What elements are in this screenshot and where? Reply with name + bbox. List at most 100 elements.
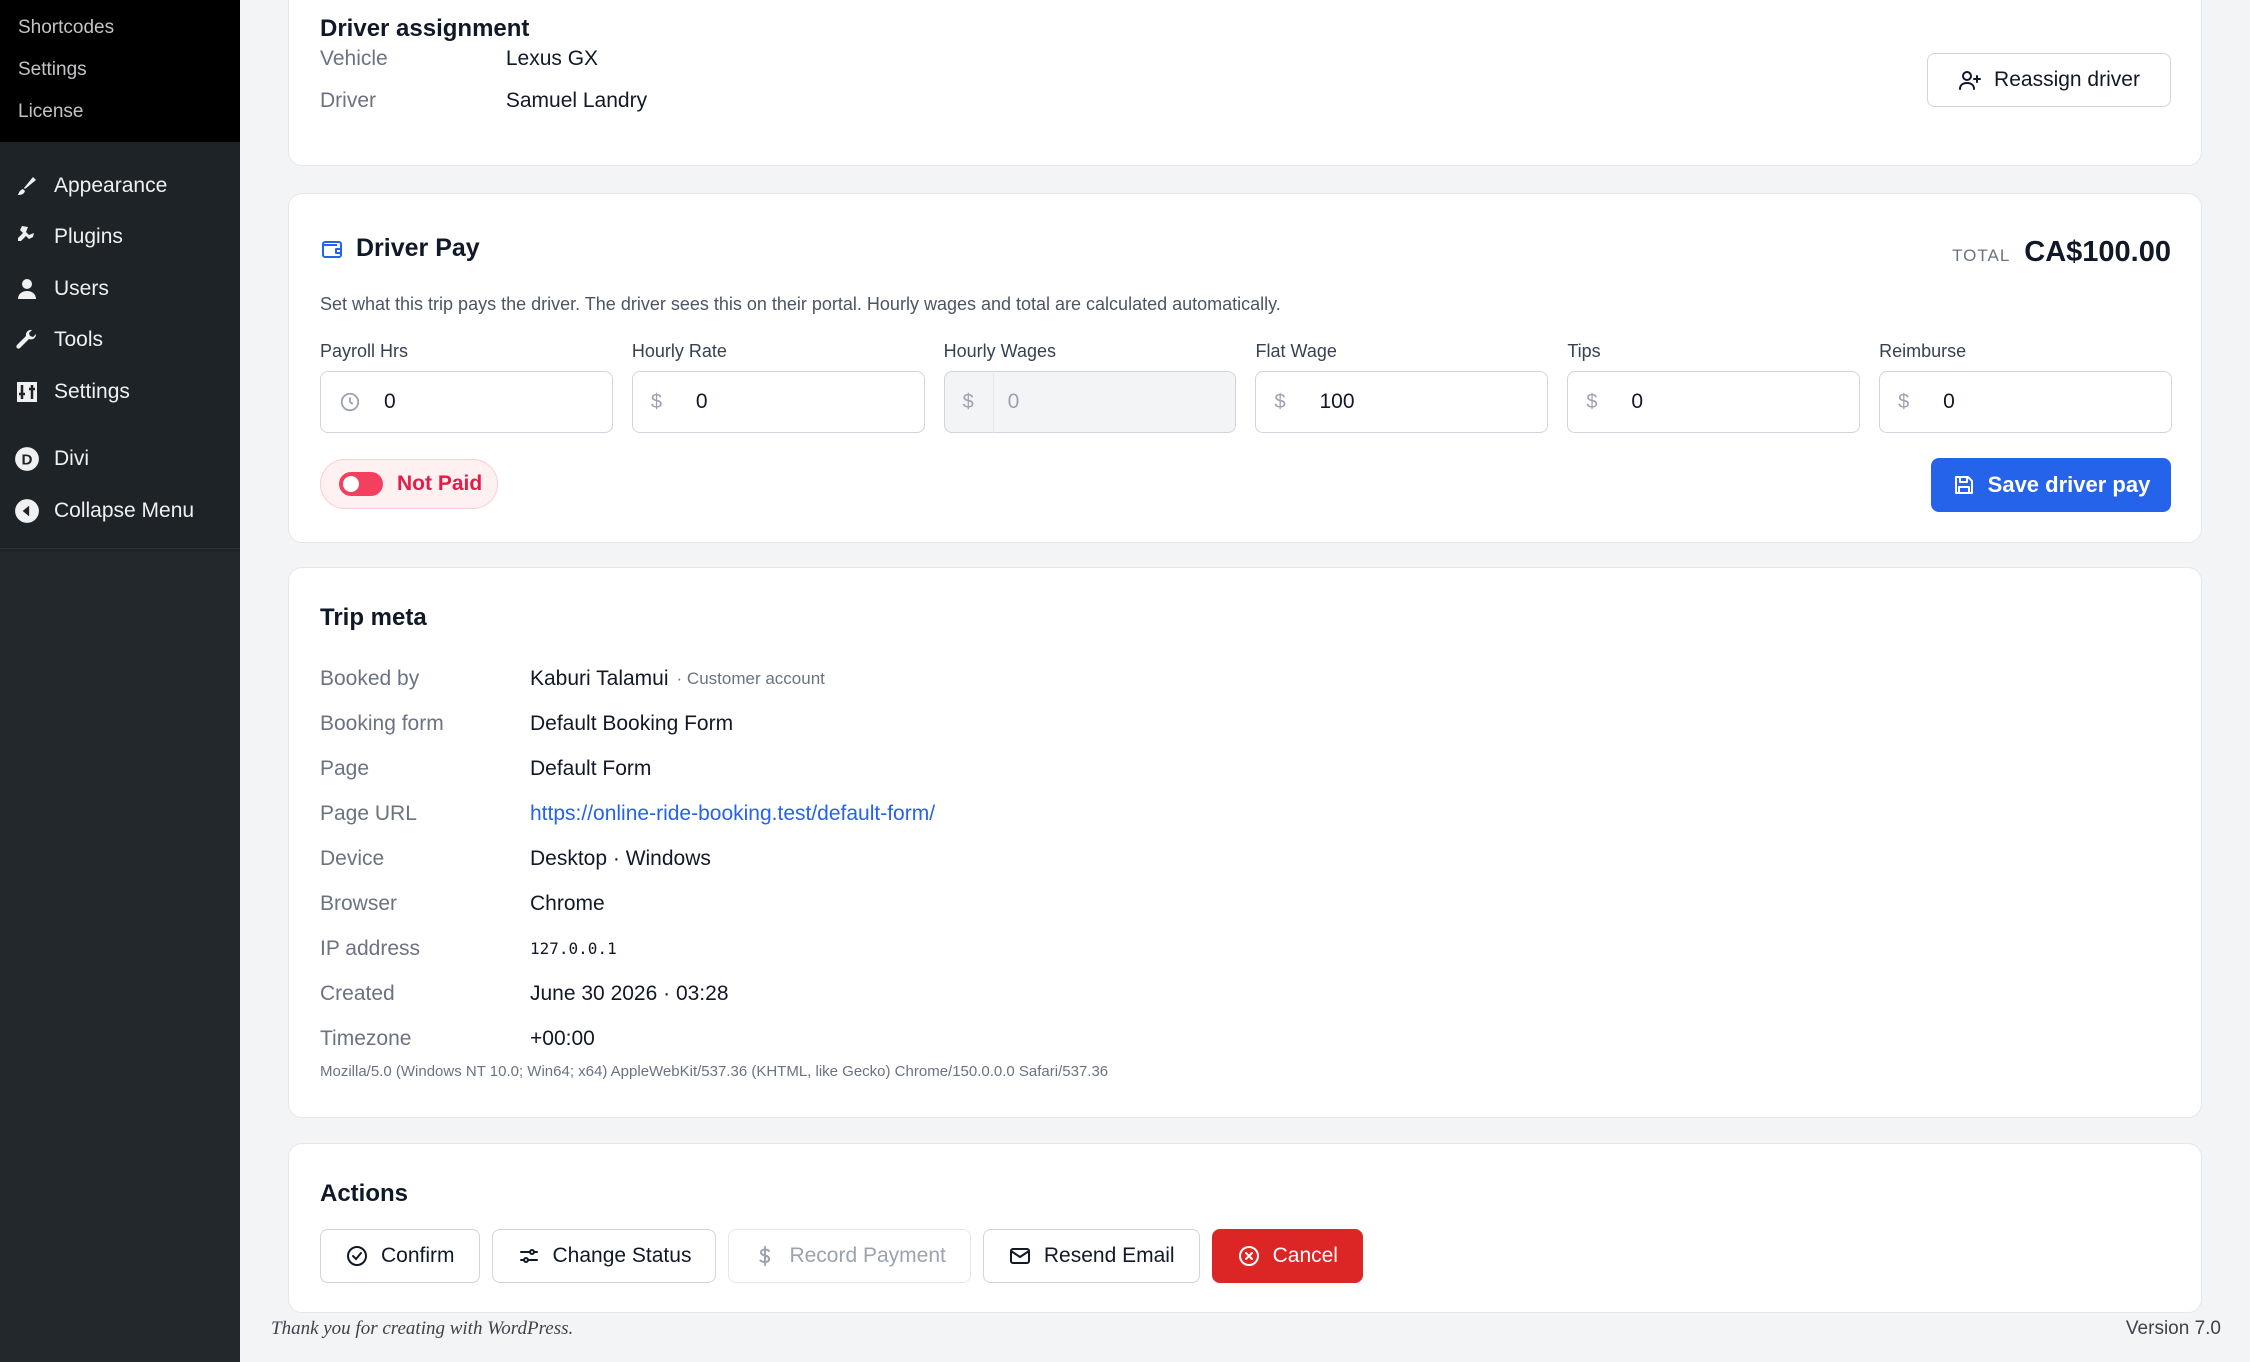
- meta-key: IP address: [320, 936, 421, 960]
- meta-value: Chrome: [530, 891, 605, 915]
- plugin-icon: [14, 224, 40, 250]
- dollar-icon: [753, 1244, 777, 1268]
- hourly-rate-field: Hourly Rate $ 0: [631, 341, 925, 433]
- field-value: 100: [1319, 390, 1355, 413]
- reassign-driver-button[interactable]: Reassign driver: [1927, 53, 2171, 107]
- trip-meta-title: Trip meta: [320, 604, 427, 631]
- resend-email-button[interactable]: Resend Email: [982, 1229, 1200, 1283]
- reimburse-field: Reimburse $ 0: [1879, 341, 2172, 433]
- divi-icon: D: [14, 446, 40, 472]
- paid-status-toggle[interactable]: Not Paid: [320, 459, 498, 509]
- sidebar-item-label: Appearance: [54, 173, 168, 197]
- vehicle-row: Vehicle Lexus GX: [320, 47, 598, 71]
- field-label: Hourly Rate: [631, 341, 727, 361]
- sidebar-item-label: Divi: [54, 447, 89, 471]
- meta-row-page-url: Page URL https://online-ride-booking.tes…: [320, 791, 935, 836]
- change-status-label: Change Status: [552, 1244, 692, 1267]
- cancel-button[interactable]: Cancel: [1211, 1229, 1363, 1283]
- sidebar-collapse-menu[interactable]: Collapse Menu: [0, 485, 240, 537]
- tips-input[interactable]: $ 0: [1567, 371, 1861, 433]
- field-label: Reimburse: [1879, 341, 1967, 361]
- admin-footer: Thank you for creating with WordPress. V…: [271, 1318, 2221, 1340]
- meta-row-browser: Browser Chrome: [320, 881, 935, 926]
- trip-meta-card: Trip meta Booked by Kaburi Talamui · Cus…: [288, 567, 2202, 1118]
- driver-pay-description: Set what this trip pays the driver. The …: [320, 294, 1281, 314]
- tips-field: Tips $ 0: [1567, 341, 1861, 433]
- submenu-license[interactable]: License: [0, 96, 240, 138]
- driver-row: Driver Samuel Landry: [320, 89, 647, 113]
- meta-value: Default Booking Form: [530, 711, 734, 735]
- cancel-label: Cancel: [1272, 1244, 1338, 1267]
- vehicle-value: Lexus GX: [505, 47, 599, 70]
- field-label: Flat Wage: [1255, 341, 1337, 361]
- meta-row-timezone: Timezone +00:00: [320, 1016, 935, 1061]
- driver-pay-title-text: Driver Pay: [356, 234, 480, 262]
- driver-label: Driver: [320, 89, 376, 112]
- confirm-button[interactable]: Confirm: [320, 1229, 480, 1283]
- field-label: Tips: [1567, 341, 1601, 361]
- actions-title: Actions: [320, 1180, 409, 1207]
- hourly-wages-input: $ 0: [943, 371, 1237, 433]
- payroll-hrs-field: Payroll Hrs 0: [320, 341, 613, 433]
- actions-card: Actions Confirm Change Status Record Pay…: [288, 1143, 2202, 1313]
- sidebar-item-users[interactable]: Users: [0, 263, 240, 315]
- meta-key: Timezone: [320, 1026, 412, 1050]
- paid-status-label: Not Paid: [397, 472, 483, 495]
- field-label: Hourly Wages: [943, 341, 1057, 361]
- meta-row-device: Device Desktop · Windows: [320, 836, 935, 881]
- sidebar-item-divi[interactable]: D Divi: [0, 434, 240, 486]
- meta-key: Device: [320, 846, 385, 870]
- sidebar-item-tools[interactable]: Tools: [0, 315, 240, 367]
- driver-pay-card: Driver Pay TOTAL CA$100.00 Set what this…: [288, 193, 2202, 543]
- wallet-icon: [320, 237, 344, 261]
- meta-key: Page URL: [320, 801, 417, 825]
- meta-value: Kaburi Talamui: [530, 666, 669, 690]
- record-payment-button[interactable]: Record Payment: [728, 1229, 971, 1283]
- driver-pay-title: Driver Pay: [320, 234, 480, 263]
- paintbrush-icon: [14, 173, 40, 199]
- confirm-label: Confirm: [381, 1244, 455, 1267]
- footer-version: Version 7.0: [2125, 1318, 2221, 1339]
- driver-pay-fields: Payroll Hrs 0 Hourly Rate $ 0 Hourly Wag…: [320, 341, 2172, 433]
- sidebar-menu: Appearance Plugins Users Tools Settings: [0, 142, 240, 549]
- meta-row-created: Created June 30 2026 · 03:28: [320, 971, 935, 1016]
- flat-wage-input[interactable]: $ 100: [1255, 371, 1549, 433]
- payroll-hrs-input[interactable]: 0: [320, 371, 613, 433]
- settings-icon: [14, 379, 40, 405]
- dollar-prefix: $: [1586, 390, 1598, 413]
- user-icon: [14, 276, 40, 302]
- user-plus-icon: [1958, 68, 1982, 92]
- page-url-link[interactable]: https://online-ride-booking.test/default…: [530, 802, 935, 826]
- trip-meta-rows: Booked by Kaburi Talamui · Customer acco…: [320, 656, 935, 1061]
- dollar-prefix: $: [962, 390, 974, 413]
- sidebar-item-appearance[interactable]: Appearance: [0, 160, 240, 212]
- sidebar-item-settings[interactable]: Settings: [0, 366, 240, 418]
- mail-icon: [1008, 1244, 1032, 1268]
- resend-email-label: Resend Email: [1043, 1244, 1175, 1267]
- footer-thanks: Thank you for creating with WordPress.: [271, 1318, 574, 1339]
- reimburse-input[interactable]: $ 0: [1879, 371, 2172, 433]
- svg-text:D: D: [22, 452, 33, 469]
- hourly-rate-input[interactable]: $ 0: [631, 371, 925, 433]
- vehicle-label: Vehicle: [320, 47, 388, 70]
- submenu-shortcodes[interactable]: Shortcodes: [0, 12, 240, 54]
- sidebar-item-label: Plugins: [54, 225, 123, 249]
- meta-row-booking-form: Booking form Default Booking Form: [320, 701, 935, 746]
- meta-key: Booked by: [320, 666, 420, 690]
- change-status-button[interactable]: Change Status: [491, 1229, 717, 1283]
- field-label: Payroll Hrs: [320, 341, 409, 361]
- field-value: 0: [1943, 390, 1955, 413]
- collapse-icon: [14, 498, 40, 524]
- meta-value: Desktop · Windows: [530, 846, 711, 870]
- save-driver-pay-label: Save driver pay: [1987, 472, 2151, 497]
- toggle-switch[interactable]: [339, 472, 383, 496]
- sidebar-item-plugins[interactable]: Plugins: [0, 212, 240, 264]
- meta-row-booked-by: Booked by Kaburi Talamui · Customer acco…: [320, 656, 935, 701]
- dollar-prefix: $: [650, 390, 662, 413]
- meta-value: June 30 2026 · 03:28: [530, 981, 729, 1005]
- save-driver-pay-button[interactable]: Save driver pay: [1931, 458, 2171, 512]
- meta-value: Default Form: [530, 756, 652, 780]
- submenu-settings[interactable]: Settings: [0, 54, 240, 96]
- driver-value: Samuel Landry: [505, 89, 648, 112]
- actions-row: Confirm Change Status Record Payment Res…: [320, 1229, 1363, 1283]
